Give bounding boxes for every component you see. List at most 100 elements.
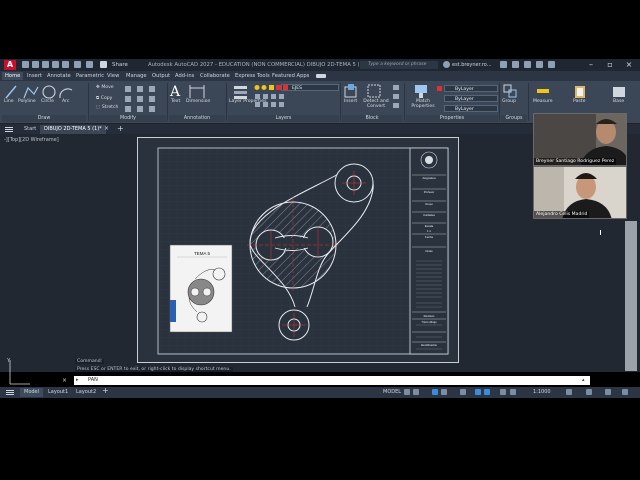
block-small-icons[interactable] — [392, 84, 400, 112]
add-layout-icon[interactable]: + — [102, 386, 109, 395]
detect-convert-button[interactable]: Detect and Convert — [361, 99, 391, 109]
restore-icon[interactable]: ▫ — [603, 60, 617, 70]
fullscreen-icon[interactable] — [605, 389, 611, 395]
new-file-icon[interactable] — [22, 61, 29, 68]
panel-block[interactable]: Block — [342, 115, 402, 122]
measure-button[interactable]: Measure — [533, 99, 553, 104]
layout-menu-icon[interactable] — [6, 390, 14, 391]
osnap-icon[interactable] — [475, 389, 481, 395]
lineweight-dropdown[interactable]: ByLayer — [444, 105, 498, 112]
command-options-icon[interactable]: ▴ — [582, 377, 585, 383]
tab-annotate[interactable]: Annotate — [44, 72, 74, 80]
tab-add-ins[interactable]: Add-ins — [172, 72, 197, 80]
polyline-tool[interactable]: Polyline — [18, 99, 36, 104]
cart-icon[interactable] — [500, 61, 507, 68]
search-input[interactable]: Type a keyword or phrase — [360, 61, 438, 69]
lineweight-icon[interactable] — [500, 389, 506, 395]
tab-featured-apps[interactable]: Featured Apps — [269, 72, 312, 80]
close-command-icon[interactable]: × — [62, 377, 67, 384]
transparency-icon[interactable] — [510, 389, 516, 395]
model-space-toggle[interactable]: MODEL — [383, 388, 401, 397]
paste-button[interactable]: Paste — [573, 99, 585, 104]
move-tool[interactable]: ✥ Move — [96, 85, 114, 90]
share-button[interactable]: Share — [112, 61, 128, 69]
close-tab-icon[interactable]: × — [104, 125, 109, 132]
command-input[interactable]: PAN — [88, 377, 98, 384]
user-account[interactable]: est.breyner.ro... — [452, 61, 492, 69]
tab-parametric[interactable]: Parametric — [73, 72, 107, 80]
stretch-tool[interactable]: ⬚ Stretch — [96, 105, 118, 110]
ribbon-toggle-icon[interactable] — [316, 74, 326, 78]
share-icon[interactable] — [100, 61, 107, 68]
base-button[interactable]: Base — [613, 99, 624, 104]
minimize-icon[interactable]: – — [584, 60, 598, 70]
group-icon[interactable] — [503, 84, 517, 98]
layer-properties-icon[interactable] — [233, 84, 249, 100]
tab-express-tools[interactable]: Express Tools — [232, 72, 273, 80]
exchange-icon[interactable] — [512, 61, 519, 68]
undo-icon[interactable] — [74, 61, 81, 68]
side-panel-scrollbar[interactable] — [625, 221, 637, 371]
match-properties-icon[interactable] — [414, 84, 428, 98]
tab-layout1[interactable]: Layout1 — [44, 388, 72, 397]
command-line[interactable] — [74, 376, 590, 385]
print-icon[interactable] — [62, 61, 69, 68]
otrack-icon[interactable] — [484, 389, 490, 395]
layer-dropdown[interactable]: EJES — [281, 84, 339, 91]
redo-icon[interactable] — [86, 61, 93, 68]
panel-draw[interactable]: Draw — [2, 115, 86, 122]
measure-icon[interactable] — [536, 86, 550, 96]
linetype-dropdown[interactable]: ByLayer — [444, 95, 498, 102]
tab-model[interactable]: Model — [20, 388, 44, 397]
text-icon[interactable]: A — [170, 84, 180, 100]
tab-output[interactable]: Output — [149, 72, 173, 80]
isodraft-icon[interactable] — [460, 389, 466, 395]
text-tool[interactable]: Text — [171, 99, 180, 104]
polar-icon[interactable] — [441, 389, 447, 395]
insert-button[interactable]: Insert — [344, 99, 357, 104]
panel-modify[interactable]: Modify — [90, 115, 166, 122]
ortho-icon[interactable] — [432, 389, 438, 395]
customization-icon[interactable] — [622, 389, 628, 395]
line-tool[interactable]: Line — [4, 99, 14, 104]
insert-block-icon[interactable] — [344, 84, 358, 98]
match-properties-button[interactable]: Match Properties — [408, 99, 438, 109]
menu-icon[interactable] — [5, 127, 13, 128]
tab-home[interactable]: Home — [2, 72, 24, 80]
tab-manage[interactable]: Manage — [123, 72, 150, 80]
grid-icon[interactable] — [404, 389, 410, 395]
panel-annotation[interactable]: Annotation — [169, 115, 225, 122]
paste-icon[interactable] — [574, 84, 586, 98]
workspace-icon[interactable] — [566, 389, 572, 395]
panel-groups[interactable]: Groups — [501, 115, 527, 122]
save-as-icon[interactable] — [52, 61, 59, 68]
circle-tool[interactable]: Circle — [41, 99, 54, 104]
layer-tools-icons[interactable] — [254, 93, 324, 113]
close-icon[interactable]: × — [622, 60, 636, 70]
tab-layout2[interactable]: Layout2 — [72, 388, 100, 397]
reference-image[interactable] — [169, 244, 233, 333]
user-icon[interactable] — [443, 61, 450, 68]
arc-tool[interactable]: Arc — [62, 99, 69, 104]
save-icon[interactable] — [42, 61, 49, 68]
menu-icon[interactable] — [548, 61, 555, 68]
color-dropdown[interactable]: ByLayer — [444, 85, 498, 92]
dimension-icon[interactable] — [189, 85, 205, 98]
open-file-icon[interactable] — [32, 61, 39, 68]
learning-icon[interactable] — [524, 61, 531, 68]
annotation-scale[interactable]: 1:1000 — [533, 388, 551, 397]
tab-insert[interactable]: Insert — [24, 72, 45, 80]
help-icon[interactable] — [536, 61, 543, 68]
copy-tool[interactable]: ⧉ Copy — [96, 95, 112, 101]
dimension-tool[interactable]: Dimension — [186, 99, 210, 104]
tab-start[interactable]: Start — [20, 125, 40, 134]
group-button[interactable]: Group — [502, 99, 516, 104]
detect-convert-icon[interactable] — [367, 84, 381, 98]
new-tab-icon[interactable]: + — [117, 124, 124, 133]
plus-icon[interactable] — [586, 389, 592, 395]
autocad-logo-icon[interactable]: A — [4, 60, 16, 70]
modify-tools-icons[interactable] — [123, 84, 165, 114]
tab-drawing[interactable]: DIBUJO 2D-TEMA 5 (1)* — [40, 125, 106, 134]
tab-view[interactable]: View — [104, 72, 122, 80]
base-view-icon[interactable] — [612, 84, 626, 98]
